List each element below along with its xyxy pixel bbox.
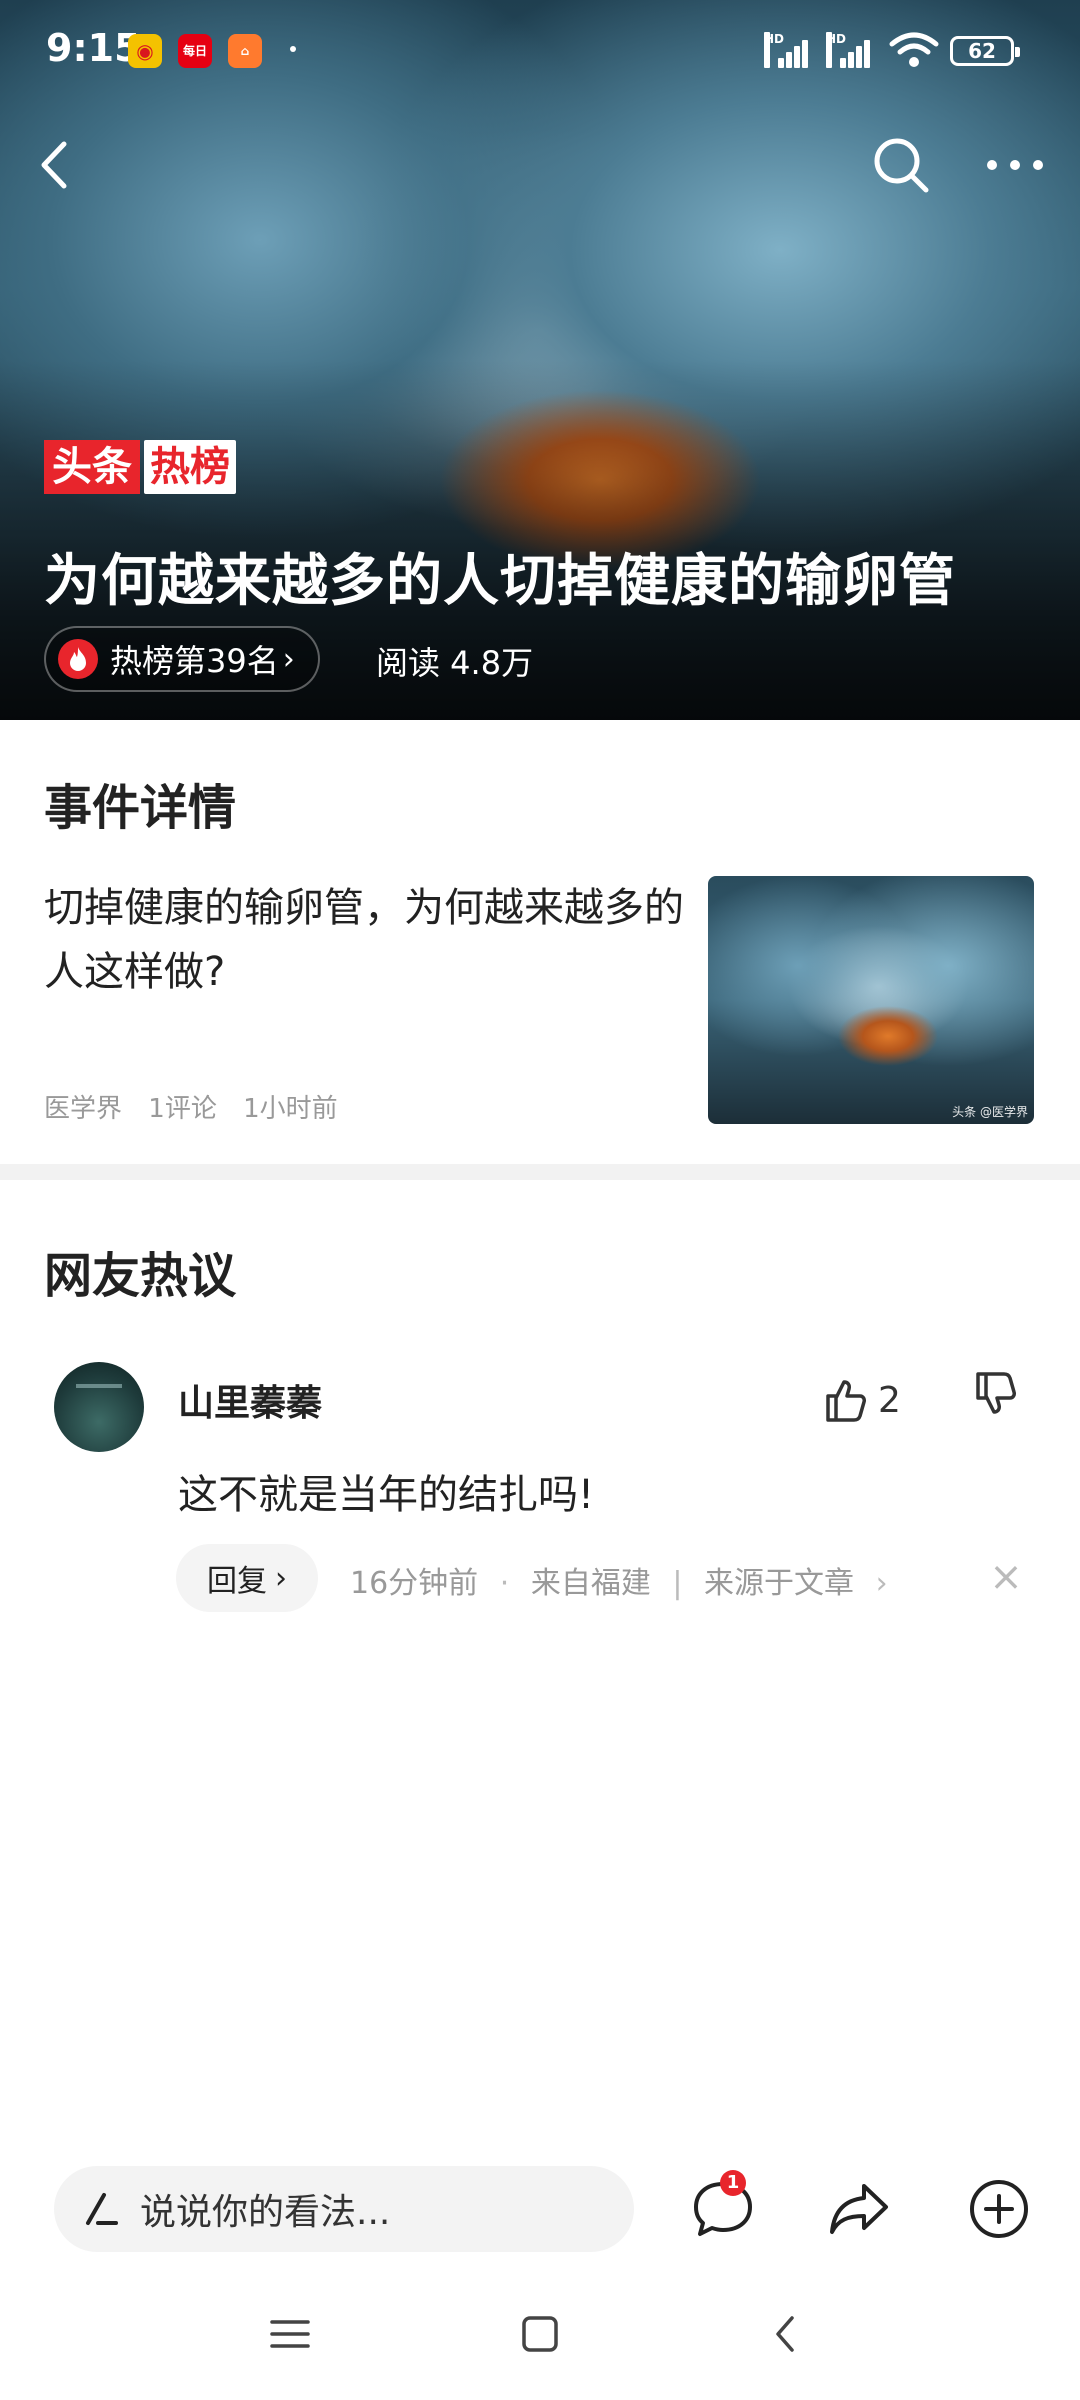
comments-section-title: 网友热议 xyxy=(44,1248,237,1304)
share-arrow-icon xyxy=(830,2184,888,2234)
reply-label: 回复 xyxy=(207,1564,267,1599)
status-bar: 9:15 ◉ 每日 ⌂ HD HD 62 xyxy=(0,0,1080,100)
pencil-icon xyxy=(86,2193,118,2225)
comment-source-link[interactable]: 来源于文章 xyxy=(704,1566,854,1601)
like-button[interactable]: 2 xyxy=(824,1370,901,1430)
thumbs-down-icon xyxy=(976,1372,1016,1414)
event-meta: 医学界 1评论 1小时前 xyxy=(44,1088,356,1125)
signal-icon: HD xyxy=(764,32,812,68)
chevron-right-icon: › xyxy=(875,1566,888,1601)
shopping-app-icon: ⌂ xyxy=(228,34,262,68)
weibo-app-icon: ◉ xyxy=(128,34,162,68)
recent-apps-icon[interactable] xyxy=(270,2314,310,2354)
avatar[interactable] xyxy=(54,1362,144,1452)
hero-title: 为何越来越多的人切掉健康的输卵管 xyxy=(44,549,956,614)
event-thumbnail[interactable]: 头条 @医学界 xyxy=(708,876,1034,1124)
hot-rank-label: 热榜第39名 xyxy=(110,642,279,680)
more-notifications-dot xyxy=(290,46,296,52)
comments-button[interactable]: 1 xyxy=(690,2170,756,2242)
close-icon[interactable]: × xyxy=(988,1552,1024,1602)
comment-username[interactable]: 山里蓁蓁 xyxy=(178,1374,322,1426)
comment-meta: 16分钟前 · 来自福建 | 来源于文章 › xyxy=(350,1566,888,1601)
event-section-title: 事件详情 xyxy=(44,780,237,836)
thumbs-up-icon xyxy=(826,1380,866,1422)
comment-badge: 1 xyxy=(720,2170,746,2196)
event-source: 医学界 xyxy=(44,1094,123,1124)
hero-banner: 9:15 ◉ 每日 ⌂ HD HD 62 头条 热榜 为何越来越多的人切掉健康的… xyxy=(0,0,1080,720)
read-count: 阅读 4.8万 xyxy=(376,644,534,682)
fire-icon xyxy=(58,639,98,679)
status-time: 9:15 xyxy=(46,26,141,70)
event-headline[interactable]: 切掉健康的输卵管，为何越来越多的人这样做? xyxy=(44,876,684,1004)
event-time: 1小时前 xyxy=(243,1094,338,1124)
system-back-icon[interactable] xyxy=(770,2312,800,2356)
signal-icon-2: HD xyxy=(826,32,874,68)
comment-input-placeholder: 说说你的看法... xyxy=(140,2192,391,2233)
plus-circle-icon xyxy=(970,2180,1028,2238)
share-button[interactable] xyxy=(826,2176,892,2242)
comment-location: 来自福建 xyxy=(530,1566,651,1601)
search-icon[interactable] xyxy=(868,132,934,198)
event-comment-count: 1评论 xyxy=(148,1094,217,1124)
daily-app-icon: 每日 xyxy=(178,34,212,68)
chevron-right-icon: › xyxy=(282,641,295,677)
back-arrow-icon[interactable] xyxy=(30,132,80,198)
reply-button[interactable]: 回复 › xyxy=(176,1544,318,1612)
comment-text: 这不就是当年的结扎吗! xyxy=(178,1472,595,1518)
more-options-icon[interactable] xyxy=(980,132,1050,198)
comment-time: 16分钟前 xyxy=(350,1566,479,1601)
home-icon[interactable] xyxy=(520,2314,560,2354)
thumbnail-watermark: 头条 @医学界 xyxy=(952,1105,1028,1119)
wifi-icon xyxy=(888,30,940,70)
system-navigation-bar xyxy=(0,2290,1080,2400)
chevron-right-icon: › xyxy=(275,1560,287,1596)
add-button[interactable] xyxy=(966,2176,1032,2242)
comment-input[interactable]: 说说你的看法... xyxy=(54,2166,634,2252)
battery-icon: 62 xyxy=(950,36,1020,66)
dislike-button[interactable] xyxy=(974,1370,1020,1430)
section-divider xyxy=(0,1164,1080,1180)
like-count: 2 xyxy=(878,1379,901,1421)
hot-list-logo: 头条 热榜 xyxy=(44,440,236,494)
hot-rank-button[interactable]: 热榜第39名 › xyxy=(44,626,320,692)
